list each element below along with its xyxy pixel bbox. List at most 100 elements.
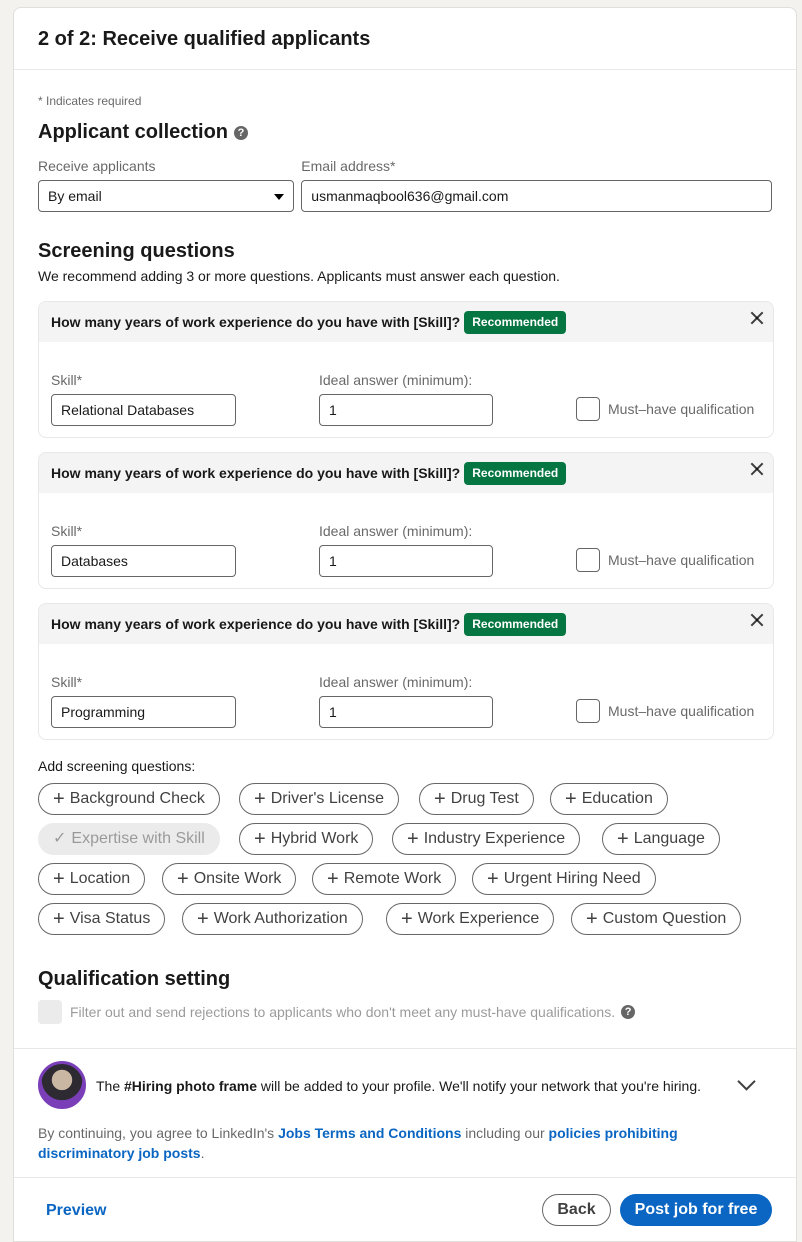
screening-question-list: How many years of work experience do you… (38, 301, 774, 740)
chip-label: Remote Work (343, 870, 442, 887)
plus-icon: + (53, 868, 65, 890)
question-text: How many years of work experience do you… (51, 314, 461, 330)
plus-icon: + (53, 788, 65, 810)
must-have-label: Must–have qualification (608, 703, 755, 719)
back-button[interactable]: Back (542, 1194, 611, 1226)
close-icon[interactable] (749, 310, 765, 326)
screening-question: How many years of work experience do you… (38, 603, 774, 740)
plus-icon: + (401, 908, 413, 930)
caret-down-icon (274, 194, 284, 200)
chip-drug-test[interactable]: + Drug Test (419, 783, 534, 815)
plus-icon: + (53, 908, 65, 930)
chip-expertise-with-skill: ✓ Expertise with Skill (38, 823, 220, 855)
plus-icon: + (487, 868, 499, 890)
hiring-prefix: The (96, 1078, 125, 1094)
chip-work-authorization[interactable]: + Work Authorization (182, 903, 363, 935)
chip-label: Language (633, 830, 705, 847)
chip-background-check[interactable]: + Background Check (38, 783, 220, 815)
plus-icon: + (434, 788, 446, 810)
skill-input[interactable]: Databases (51, 545, 236, 577)
chevron-down-icon[interactable] (738, 1075, 754, 1091)
must-have-checkbox[interactable] (576, 699, 600, 723)
ideal-answer-input[interactable]: 1 (319, 394, 493, 426)
plus-icon: + (177, 868, 189, 890)
card-header: 2 of 2: Receive qualified applicants (14, 8, 796, 70)
terms-part: including our (461, 1125, 549, 1141)
plus-icon: + (327, 868, 339, 890)
chip-hybrid-work[interactable]: + Hybrid Work (239, 823, 374, 855)
filter-rejections-row: Filter out and send rejections to applic… (38, 1000, 772, 1024)
must-have-label: Must–have qualification (608, 401, 755, 417)
receive-applicants-select[interactable]: By email (38, 180, 294, 212)
question-text: How many years of work experience do you… (51, 616, 461, 632)
chip-label: Driver's License (270, 790, 384, 807)
jobs-terms-link[interactable]: Jobs Terms and Conditions (278, 1125, 461, 1141)
hiring-frame-text: The #Hiring photo frame will be added to… (96, 1078, 701, 1094)
chip-label: Background Check (69, 790, 205, 807)
chip-onsite-work[interactable]: + Onsite Work (162, 863, 297, 895)
page-title: 2 of 2: Receive qualified applicants (38, 28, 371, 50)
screening-questions-title: Screening questions (38, 240, 235, 262)
help-icon[interactable]: ? (621, 1005, 636, 1019)
chip-label: Work Experience (417, 910, 540, 927)
avatar (38, 1061, 86, 1109)
terms-part: By continuing, you agree to LinkedIn's (38, 1125, 279, 1141)
must-have-checkbox[interactable] (576, 548, 600, 572)
chip-industry-experience[interactable]: + Industry Experience (392, 823, 581, 855)
chip-work-experience[interactable]: + Work Experience (386, 903, 555, 935)
chip-label: Education (581, 790, 653, 807)
checkmark-icon: ✓ (53, 830, 67, 847)
chip-visa-status[interactable]: + Visa Status (38, 903, 166, 935)
chip-language[interactable]: + Language (602, 823, 720, 855)
skill-label: Skill* (51, 674, 83, 690)
chip-label: Drug Test (450, 790, 519, 807)
ideal-answer-label: Ideal answer (minimum): (319, 523, 473, 539)
ideal-answer-input[interactable]: 1 (319, 545, 493, 577)
email-address-label: Email address* (301, 158, 396, 174)
filter-rejections-label: Filter out and send rejections to applic… (70, 1004, 616, 1020)
chip-location[interactable]: + Location (38, 863, 146, 895)
chip-custom-question[interactable]: + Custom Question (571, 903, 742, 935)
plus-icon: + (617, 828, 629, 850)
chip-urgent-hiring-need[interactable]: + Urgent Hiring Need (472, 863, 656, 895)
question-text: How many years of work experience do you… (51, 465, 461, 481)
must-have-checkbox[interactable] (576, 397, 600, 421)
recommended-badge: Recommended (464, 310, 567, 334)
screening-question: How many years of work experience do you… (38, 452, 774, 589)
skill-label: Skill* (51, 523, 83, 539)
chip-remote-work[interactable]: + Remote Work (312, 863, 457, 895)
applicant-collection-heading: Applicant collection (38, 121, 229, 143)
question-header: How many years of work experience do you… (39, 302, 773, 342)
filter-rejections-checkbox (38, 1000, 62, 1024)
skill-input[interactable]: Programming (51, 696, 236, 728)
plus-icon: + (407, 828, 419, 850)
qualification-setting-title: Qualification setting (38, 968, 231, 990)
email-address-field: Email address* usmanmaqbool636@gmail.com (301, 158, 772, 212)
hiring-bold: #Hiring photo frame (124, 1078, 258, 1094)
required-note: * Indicates required (38, 94, 142, 108)
hiring-frame-row[interactable]: The #Hiring photo frame will be added to… (14, 1049, 796, 1121)
receive-applicants-value: By email (48, 188, 102, 204)
question-header: How many years of work experience do you… (39, 453, 773, 493)
chip-drivers-license[interactable]: + Driver's License (239, 783, 399, 815)
question-header: How many years of work experience do you… (39, 604, 773, 644)
email-input[interactable]: usmanmaqbool636@gmail.com (301, 180, 772, 212)
applicant-collection-title: Applicant collection ? (38, 121, 772, 144)
receive-applicants-label: Receive applicants (38, 158, 156, 174)
skill-input[interactable]: Relational Databases (51, 394, 236, 426)
receive-applicants-field: Receive applicants By email (38, 158, 301, 212)
close-icon[interactable] (749, 461, 765, 477)
help-icon[interactable]: ? (234, 125, 249, 140)
chip-label: Expertise with Skill (71, 830, 205, 847)
post-job-button[interactable]: Post job for free (620, 1194, 772, 1226)
add-screening-label: Add screening questions: (38, 758, 196, 774)
ideal-answer-input[interactable]: 1 (319, 696, 493, 728)
close-icon[interactable] (749, 612, 765, 628)
chip-label: Hybrid Work (270, 830, 359, 847)
preview-link[interactable]: Preview (46, 1202, 106, 1220)
ideal-answer-label: Ideal answer (minimum): (319, 674, 473, 690)
plus-icon: + (586, 908, 598, 930)
plus-icon: + (254, 788, 266, 810)
skill-label: Skill* (51, 372, 83, 388)
chip-education[interactable]: + Education (550, 783, 668, 815)
